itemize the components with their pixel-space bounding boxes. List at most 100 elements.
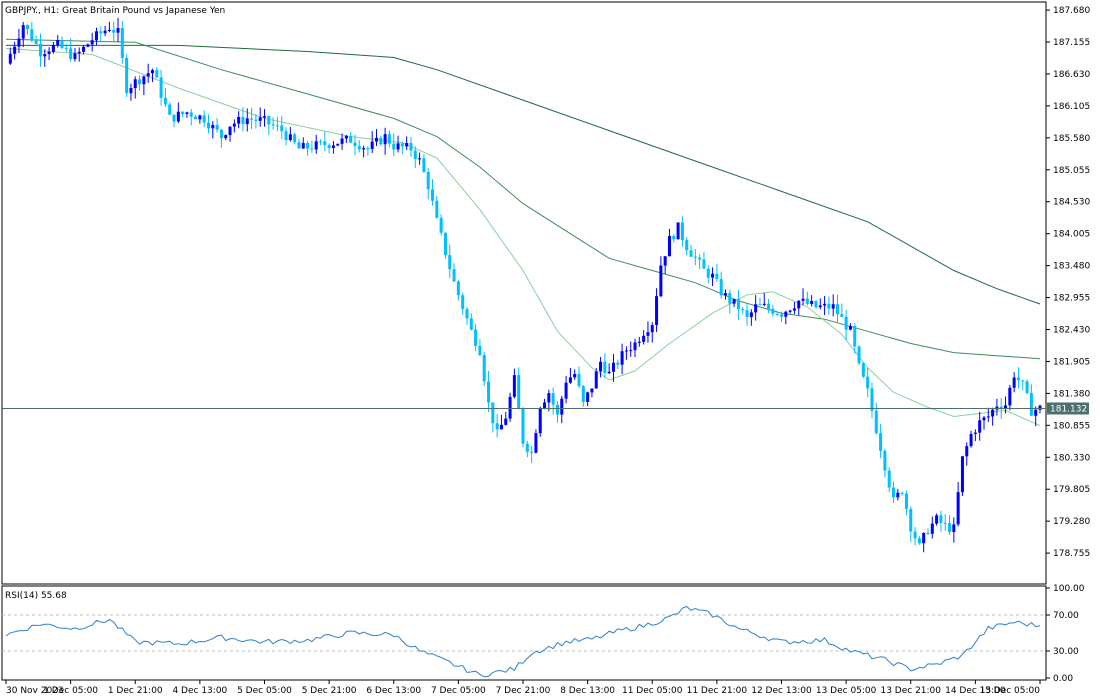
price-tick-label: 184.530 [1053, 198, 1090, 208]
candle-body [306, 143, 310, 149]
candle-body [366, 148, 370, 150]
candle-body [521, 408, 525, 444]
candle-body [34, 40, 38, 44]
candle-body [94, 31, 98, 41]
candle-body [823, 303, 827, 306]
candle-body [952, 524, 956, 532]
candle-body [848, 326, 852, 330]
candle-body [741, 309, 745, 311]
candle-body [60, 40, 64, 48]
price-tick-label: 187.155 [1053, 38, 1090, 48]
candle-body [836, 304, 840, 315]
candle-body [211, 124, 215, 129]
candle-body [965, 446, 969, 457]
candle-body [258, 117, 262, 121]
candle-body [1012, 377, 1016, 388]
time-tick-label: 6 Dec 13:00 [366, 686, 421, 696]
candle-body [1034, 409, 1038, 416]
candle-body [771, 308, 775, 314]
candle-body [1029, 393, 1033, 416]
candle-body [340, 138, 344, 144]
price-tick-label: 179.805 [1053, 485, 1090, 495]
candle-body [620, 351, 624, 365]
candle-body [749, 312, 753, 317]
candle-body [607, 371, 611, 374]
time-tick-label: 7 Dec 05:00 [431, 686, 486, 696]
candle-body [107, 30, 111, 32]
candle-body [939, 515, 943, 523]
candle-body [228, 126, 232, 136]
candle [676, 222, 680, 240]
candle-body [482, 355, 486, 382]
time-tick-label: 11 Dec 05:00 [622, 686, 683, 696]
candle-body [138, 79, 142, 85]
candle-body [943, 522, 947, 524]
candle-body [327, 145, 331, 149]
candle-body [827, 303, 831, 309]
candle [960, 456, 964, 496]
candle-body [917, 538, 921, 544]
candle-body [448, 255, 452, 270]
candle-body [805, 298, 809, 304]
candle-body [474, 329, 478, 346]
time-tick-label: 15 Dec 05:00 [979, 686, 1040, 696]
candle-body [810, 300, 814, 304]
candle-body [1038, 405, 1042, 410]
candle-body [879, 433, 883, 451]
candle-body [564, 382, 568, 399]
candle-body [896, 492, 900, 498]
candle-body [82, 46, 86, 52]
candle-body [702, 259, 706, 269]
candle-body [331, 145, 335, 149]
candle-body [103, 30, 107, 34]
candle-body [581, 386, 585, 402]
rsi-tick-label: 0.00 [1053, 674, 1073, 684]
price-tick-label: 180.330 [1053, 453, 1090, 463]
candle-body [560, 398, 564, 415]
candle-body [818, 305, 822, 308]
candle-body [715, 273, 719, 280]
candle-body [99, 31, 103, 34]
candle-body [599, 361, 603, 372]
candle-body [375, 137, 379, 142]
rsi-tick-label: 100.00 [1053, 584, 1085, 594]
candle-body [1008, 387, 1012, 406]
candle-body [491, 402, 495, 424]
candle-body [383, 134, 387, 145]
candle-body [831, 304, 835, 309]
candle-body [689, 250, 693, 257]
candle-body [525, 443, 529, 452]
candle-body [435, 200, 439, 218]
candle-body [56, 40, 60, 46]
candle-body [680, 222, 684, 241]
candle-body [551, 393, 555, 405]
chart-canvas: 181.132 187.680 187.155 186.630 186.105 185.… [0, 0, 1100, 700]
candle-body [478, 345, 482, 356]
candle-body [728, 293, 732, 304]
candle-body [913, 531, 917, 539]
candle-body [857, 346, 861, 364]
price-tick-label: 184.005 [1053, 230, 1090, 240]
candle-body [280, 125, 284, 132]
candle-body [443, 232, 447, 256]
candle-body [64, 47, 68, 49]
candle-body [892, 487, 896, 498]
candle-body [754, 304, 758, 313]
candle-body [426, 171, 430, 190]
time-tick-label: 1 Dec 05:00 [43, 686, 98, 696]
candle-body [262, 116, 267, 118]
candle-body [870, 388, 874, 411]
candle-body [603, 361, 607, 374]
candle-body [469, 318, 473, 330]
candle-body [452, 269, 456, 282]
candle-body [38, 43, 42, 57]
candle-body [431, 189, 435, 201]
candle-body [125, 57, 129, 94]
candle-body [685, 240, 689, 251]
candle-body [655, 296, 659, 325]
candle-body [413, 150, 417, 160]
candle-body [293, 134, 297, 143]
candle [1025, 379, 1029, 395]
candle-body [47, 51, 51, 55]
candle-body [637, 341, 641, 343]
